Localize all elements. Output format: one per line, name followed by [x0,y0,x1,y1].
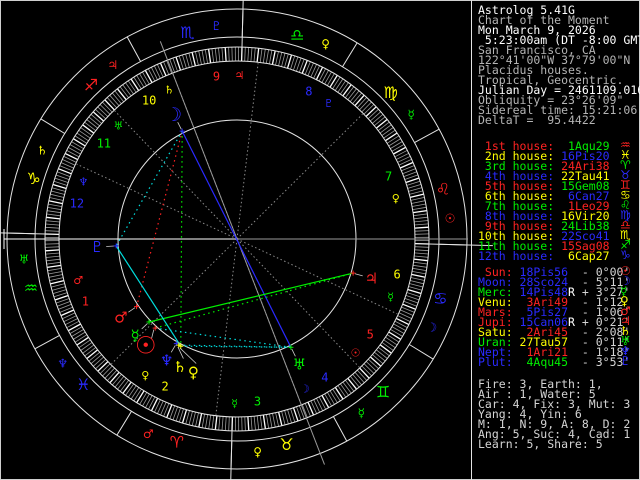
sign-ruler-icon: ♀ [321,37,330,51]
stat-text: Learn: 5, Share: 5 [478,437,603,451]
sign-glyph-gemini: ♊ [376,383,390,402]
sign-ruler-icon: ☿ [358,406,365,420]
planet-glyph-satu: ♄ [173,358,186,376]
planet-markers: ☽♇♂☿☉♆ ♄ ♀ ♅♃ [90,104,378,381]
house-cusp-value: 6Cap27 [554,249,610,263]
house-ruler-icon: ♄ [164,84,174,97]
house-ruler-icon: ♇ [324,97,334,110]
house-number-2: 2 [161,379,168,393]
planet-glyph-venu: ♀ [188,363,199,381]
zodiac-sign-icon: ♑ [620,248,631,262]
house-number-1: 1 [82,295,89,309]
sign-glyph-cancer: ♋ [433,289,447,308]
planet-glyph-plut: ♇ [90,238,103,256]
mc-line [159,41,238,240]
house-number-6: 6 [393,268,400,282]
info-sidebar: Astrolog 5.41G Chart of the Moment Mon Mar… [478,0,640,480]
planet-glyph-uran: ♅ [293,356,306,374]
house-ruler-icon: ♃ [234,69,244,82]
sign-ruler-icon: ♇ [211,19,222,33]
sign-ruler-icon: ♃ [107,58,118,72]
house-number-11: 11 [97,136,111,150]
house-ruler-icon: ♅ [113,120,123,133]
sign-glyph-pisces: ♓ [76,375,90,394]
aspect-trine [148,272,354,323]
house-number-9: 9 [213,69,220,83]
sign-glyph-capricorn: ♑ [27,169,41,188]
house-ruler-icon: ☽ [300,382,310,395]
house-ruler-icon: ☉ [351,346,361,359]
sign-ruler-icon: ♅ [19,253,30,267]
house-number-10: 10 [142,94,156,108]
sign-glyph-sagittarius: ♐ [84,75,98,94]
header-line: DeltaT = 95.4422 [478,113,596,127]
planet-glyph-sun: ☉ [135,332,157,360]
planet-glyph-moon: ☽ [165,104,182,126]
planet-pointer [128,307,136,313]
retrograde-flag [568,355,575,369]
sign-glyph-taurus: ♉ [279,435,293,454]
planet-pointer [106,245,115,247]
sign-ruler-icon: ☿ [408,108,415,122]
house-ruler-icon: ♂ [73,274,83,287]
stat-line: Learn: 5, Share: 5 [478,437,603,451]
planet-pointer [141,323,148,330]
planet-pointer [354,273,363,277]
house-number-3: 3 [254,395,261,409]
house-label: 12th house: [478,249,555,263]
house-number-8: 8 [305,85,312,99]
sign-boundaries [0,0,493,480]
sign-glyph-leo: ♌ [436,179,450,198]
aspect-sextile [115,130,183,247]
aspect-trine [155,272,354,329]
house-number-12: 12 [70,197,84,211]
sign-glyph-aquarius: ♒ [24,279,38,298]
sign-ruler-icon: ☽ [426,321,437,335]
planet-glyph-mars: ♂ [114,309,127,327]
house-number-5: 5 [367,328,374,342]
sign-glyph-aries: ♈ [170,432,184,451]
house-ruler-icon: ♀ [392,192,400,205]
sign-ruler-icon: ♆ [57,356,68,370]
house-row: 12th house: 6Cap27 ♑ [478,249,631,263]
planet-row: Plut: 4Aqu45 - 3°53' ♇ [478,354,631,369]
planet-glyph-jupi: ♃ [365,270,378,288]
header-text: DeltaT = 95.4422 [478,113,596,127]
planet-position-value: 4Aqu45 [512,355,569,369]
sign-ruler-icon: ♄ [37,143,48,157]
planet-label: Plut: [478,355,513,369]
house-ruler-icon: ♀ [141,369,149,382]
house-ruler-icon: ☿ [387,291,394,304]
sign-glyph-scorpio: ♏ [180,23,194,42]
sign-glyph-libra: ♎ [290,26,304,45]
sign-glyph-virgo: ♍ [384,83,398,102]
house-ruler-icon: ☿ [231,397,238,410]
house-number-7: 7 [385,169,392,183]
sign-ruler-icon: ☉ [445,211,456,225]
sign-ruler-icon: ♀ [253,445,262,459]
sign-ruler-icon: ♂ [143,427,154,441]
house-ruler-icon: ♆ [78,176,88,189]
astrolog-window: ♈ ♂ ♉ ♀ ♊ ☿ ♋ ☽ ♌ ☉ ♍ ☿ ♎ ♀ ♏ ♇ ♐ ♃ ♑ ♄ ♒ ♅ ♓ ♆ 1 ♂ 2 ♀ 3 ☿ 4 ☽ 5 ☉ 6 ☿ 7 ♀ 8 ♇… [0,0,640,480]
planet-icon: ♇ [620,354,631,368]
house-number-4: 4 [321,370,328,384]
planet-glyph-nept: ♆ [160,351,173,369]
